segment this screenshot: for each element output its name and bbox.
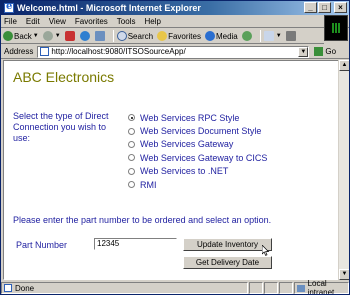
back-label: Back [14,31,32,41]
connection-prompt: Select the type of Direct Connection you… [13,111,109,143]
option-dotnet[interactable]: Web Services to .NET [128,165,267,178]
media-label: Media [215,31,238,41]
mail-button[interactable]: ▼ [263,31,282,41]
address-bar: Address http://localhost:9080/ITSOSource… [1,45,349,59]
chevron-down-icon: ▼ [275,33,282,39]
option-label: Web Services to .NET [140,166,229,177]
option-label: RMI [140,179,157,190]
windows-logo-throbber-icon [324,15,348,41]
option-rpc-style[interactable]: Web Services RPC Style [128,111,267,124]
option-label: Web Services Document Style [140,126,262,137]
option-gateway[interactable]: Web Services Gateway [128,138,267,151]
status-bar: Done Local intranet [1,279,349,295]
option-label: Web Services Gateway to CICS [140,152,268,163]
refresh-icon [79,31,90,41]
security-zone: Local intranet [294,279,349,295]
search-label: Search [127,31,154,41]
stop-button[interactable] [64,31,76,41]
radio-button[interactable] [128,127,135,135]
go-label: Go [325,47,337,56]
connection-type-options: Web Services RPC Style Web Services Docu… [128,111,267,191]
favorites-button[interactable]: Favorites [157,31,201,41]
refresh-button[interactable] [79,31,91,41]
option-label: Web Services Gateway [140,139,234,150]
radio-button[interactable] [128,114,135,122]
menu-edit[interactable]: Edit [26,17,40,26]
status-text: Done [15,283,35,293]
media-button[interactable]: Media [204,31,238,41]
status-cell [249,282,263,294]
instruction-text: Please enter the part number to be order… [13,215,272,225]
mouse-pointer-icon [262,245,270,256]
back-arrow-icon [3,31,13,41]
mail-icon [263,31,274,41]
status-main: Done [1,282,248,294]
vertical-scrollbar[interactable]: ▲ ▼ [338,60,349,280]
print-button[interactable] [285,31,297,41]
radio-button[interactable] [128,167,135,175]
update-inventory-button[interactable]: Update Inventory [183,238,272,251]
option-label: Web Services RPC Style [140,112,240,123]
back-button[interactable]: Back ▼ [3,31,39,41]
toolbar-separator [112,30,114,42]
close-button[interactable]: × [334,2,347,13]
address-input[interactable]: http://localhost:9080/ITSOSourceApp/ ▼ [37,45,310,58]
part-number-input[interactable]: 12345 [94,238,177,250]
page-icon [40,47,50,56]
minimize-button[interactable]: _ [304,2,317,13]
toolbar-separator [259,30,261,42]
address-url: http://localhost:9080/ITSOSourceApp/ [51,47,186,56]
address-dropdown-button[interactable]: ▼ [298,46,309,57]
menu-view[interactable]: View [49,17,66,26]
menu-bar: File Edit View Favorites Tools Help [1,15,349,41]
ie-logo-icon [4,1,14,13]
radio-button[interactable] [128,181,135,189]
stop-icon [64,31,75,41]
history-icon [241,31,252,41]
status-cell [279,282,293,294]
option-gateway-cics[interactable]: Web Services Gateway to CICS [128,151,267,164]
radio-button[interactable] [128,140,135,148]
favorites-star-icon [157,31,168,41]
page-done-icon [4,284,12,292]
chevron-down-icon: ▼ [32,33,39,39]
option-rmi[interactable]: RMI [128,178,267,191]
standard-toolbar: Back ▼ ▼ Search Favorites Media ▼ [1,29,324,44]
forward-button[interactable]: ▼ [42,31,61,41]
go-button[interactable]: Go [314,47,336,56]
menu-help[interactable]: Help [144,17,160,26]
title-bar[interactable]: Welcome.html - Microsoft Internet Explor… [1,1,349,15]
go-arrow-icon [314,47,324,56]
maximize-button[interactable]: □ [318,2,331,13]
menu-tools[interactable]: Tools [117,17,136,26]
page-content: ABC Electronics Select the type of Direc… [3,60,340,280]
search-button[interactable]: Search [116,31,154,41]
menu-favorites[interactable]: Favorites [75,17,108,26]
status-cell [264,282,278,294]
browser-window: Welcome.html - Microsoft Internet Explor… [0,0,350,295]
page-title: ABC Electronics [13,69,115,85]
favorites-label: Favorites [168,31,201,41]
option-document-style[interactable]: Web Services Document Style [128,124,267,137]
part-number-label: Part Number [16,240,68,250]
intranet-zone-icon [297,284,305,292]
menu-file[interactable]: File [4,17,17,26]
radio-button[interactable] [128,154,135,162]
get-delivery-date-button[interactable]: Get Delivery Date [183,256,272,269]
media-icon [204,31,215,41]
home-icon [94,31,105,41]
window-title: Welcome.html - Microsoft Internet Explor… [17,3,201,13]
search-icon [116,31,127,41]
window-controls: _ □ × [304,2,347,13]
home-button[interactable] [94,31,106,41]
history-button[interactable] [241,31,253,41]
address-label: Address [4,47,34,56]
forward-arrow-icon [42,31,53,41]
chevron-down-icon: ▼ [54,33,61,39]
zone-label: Local intranet [307,279,335,295]
print-icon [285,31,296,41]
scroll-up-icon[interactable]: ▲ [339,60,349,71]
